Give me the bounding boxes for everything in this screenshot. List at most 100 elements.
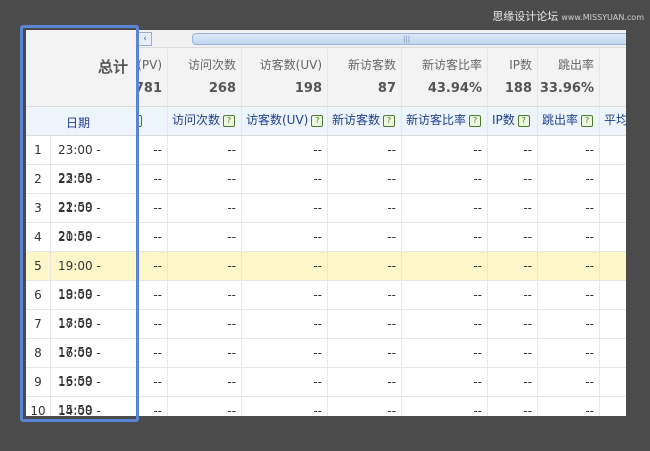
metric-value-cell: -- [488, 368, 538, 396]
metric-value-cell: -- [328, 397, 402, 416]
column-header[interactable]: 新访客数? [328, 107, 402, 135]
metric-value-cell [600, 136, 626, 164]
metric-value-cell: -- [168, 368, 242, 396]
column-header-label: 跳出率 [542, 113, 579, 127]
metric-value-cell: -- [138, 281, 168, 309]
metric-value-cell: -- [168, 194, 242, 222]
column-header[interactable]: V)? [138, 107, 168, 135]
scrollable-metrics-region: ‹ ||| 量(PV) ,781 访问次数 268 访客数(UV) 198 新访客数 87 新访… [138, 30, 626, 416]
metric-value-cell: -- [242, 136, 328, 164]
table-row: -- -- -- -- -- -- -- [138, 194, 626, 223]
total-metric-label: 访客数(UV) [259, 58, 322, 72]
metric-value-cell: -- [138, 339, 168, 367]
annotation-highlight-box [20, 25, 139, 422]
help-icon[interactable]: ? [517, 115, 530, 127]
metric-value-cell: -- [538, 310, 600, 338]
metric-value-cell: -- [402, 223, 488, 251]
total-metric-label: 量(PV) [138, 58, 162, 72]
metric-value-cell: -- [488, 252, 538, 280]
metric-value-cell: -- [538, 136, 600, 164]
help-icon[interactable]: ? [581, 115, 594, 127]
total-metric-label: 新访客比率 [421, 58, 482, 72]
column-header[interactable]: 访问次数? [168, 107, 242, 135]
help-icon[interactable]: ? [469, 115, 482, 127]
watermark-text: 思缘设计论坛 [492, 10, 559, 23]
metric-value-cell: -- [488, 194, 538, 222]
column-header[interactable]: 访客数(UV)? [242, 107, 328, 135]
help-icon[interactable]: ? [223, 115, 236, 127]
metric-value-cell: -- [242, 252, 328, 280]
metric-value-cell: -- [242, 194, 328, 222]
column-header-label: 新访客比率 [406, 113, 467, 127]
metric-value-cell [600, 165, 626, 193]
metric-value-cell: -- [328, 194, 402, 222]
column-header[interactable]: 跳出率? [538, 107, 600, 135]
metric-value-cell [600, 281, 626, 309]
metric-value-cell: -- [168, 223, 242, 251]
help-icon[interactable]: ? [311, 115, 324, 127]
total-metric-value: 87 [377, 81, 396, 96]
table-row: -- -- -- -- -- -- -- [138, 397, 626, 416]
metric-value-cell: -- [328, 136, 402, 164]
metric-value-cell: -- [242, 368, 328, 396]
scrollbar-thumb[interactable]: ||| [192, 33, 626, 45]
table-row: -- -- -- -- -- -- -- [138, 252, 626, 281]
metric-value-cell: -- [168, 397, 242, 416]
metric-value-cell: -- [138, 310, 168, 338]
metric-value-cell: -- [402, 339, 488, 367]
metric-value-cell: -- [402, 368, 488, 396]
metric-value-cell: -- [138, 368, 168, 396]
total-metric-value: 198 [294, 81, 322, 96]
metric-value-cell [600, 194, 626, 222]
table-row: -- -- -- -- -- -- -- [138, 339, 626, 368]
metric-value-cell: -- [168, 165, 242, 193]
metric-value-cell [600, 223, 626, 251]
metric-value-cell: -- [168, 136, 242, 164]
horizontal-scrollbar[interactable]: ‹ ||| [138, 30, 626, 48]
metric-value-cell: -- [328, 165, 402, 193]
metric-value-cell: -- [402, 194, 488, 222]
metric-value-cell: -- [538, 281, 600, 309]
metric-value-cell [600, 339, 626, 367]
table-row: -- -- -- -- -- -- -- [138, 368, 626, 397]
total-metric-value: 188 [504, 81, 532, 96]
metric-value-cell: -- [538, 252, 600, 280]
metric-value-cell [600, 397, 626, 416]
scroll-left-arrow-icon[interactable]: ‹ [138, 32, 152, 46]
metric-value-cell: -- [138, 252, 168, 280]
total-metric-value: 43.94% [427, 81, 482, 96]
metric-value-cell: -- [402, 281, 488, 309]
column-header-label: 访客数(UV) [246, 113, 309, 127]
metric-value-cell: -- [402, 136, 488, 164]
column-header-label: 新访客数 [332, 113, 381, 127]
total-metric-label: 新访客数 [347, 58, 396, 72]
metric-value-cell: -- [328, 223, 402, 251]
metric-value-cell: -- [402, 397, 488, 416]
watermark: 思缘设计论坛 www.MISSYUAN.com [492, 8, 644, 24]
metric-value-cell: -- [242, 281, 328, 309]
metric-value-cell: -- [168, 310, 242, 338]
metric-value-cell: -- [538, 223, 600, 251]
metric-value-cell: -- [488, 223, 538, 251]
column-header-label: IP数 [492, 113, 515, 127]
metrics-header-row: V)?访问次数?访客数(UV)?新访客数?新访客比率?IP数?跳出率?平均 [138, 107, 626, 136]
help-icon[interactable]: ? [383, 115, 396, 127]
metric-value-cell: -- [242, 339, 328, 367]
metric-value-cell [600, 252, 626, 280]
column-header[interactable]: 平均 [600, 107, 626, 135]
metric-value-cell: -- [328, 368, 402, 396]
table-row: -- -- -- -- -- -- -- [138, 310, 626, 339]
metric-value-cell: -- [328, 281, 402, 309]
column-header[interactable]: IP数? [488, 107, 538, 135]
metric-value-cell: -- [168, 252, 242, 280]
total-metric-value: 33.96% [539, 81, 594, 96]
watermark-site: www.MISSYUAN.com [561, 13, 644, 22]
table-row: -- -- -- -- -- -- -- [138, 136, 626, 165]
column-header[interactable]: 新访客比率? [402, 107, 488, 135]
metric-value-cell: -- [138, 165, 168, 193]
metric-value-cell: -- [328, 252, 402, 280]
total-metric-label: 访问次数 [187, 58, 236, 72]
total-metric-value: 268 [208, 81, 236, 96]
metric-value-cell: -- [138, 194, 168, 222]
table-row: -- -- -- -- -- -- -- [138, 281, 626, 310]
